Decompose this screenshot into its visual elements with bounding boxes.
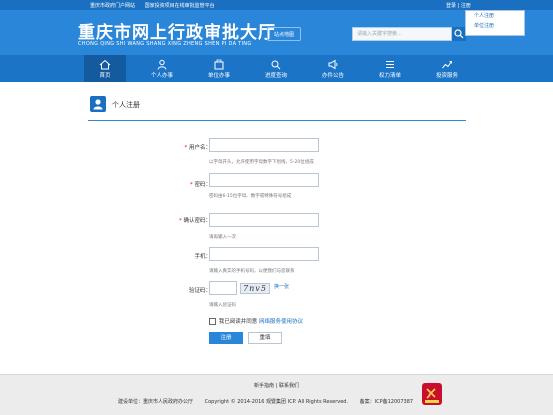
footer-links: 新手指南 | 联系我们 (0, 382, 553, 389)
megaphone-icon (328, 59, 338, 70)
party-emblem-icon (422, 383, 442, 405)
building-icon (214, 59, 224, 70)
nav-item-entity[interactable]: 单位办事 (198, 55, 240, 82)
account-links: 登录 | 注册 (446, 2, 471, 9)
sitemap-button[interactable]: 站点地图 (267, 27, 301, 41)
nav-label: 个人办事 (150, 73, 173, 79)
username-label-text: 用户名： (188, 145, 211, 151)
org-text: 建设单位：重庆市人民政府办公厅 (118, 399, 194, 405)
confirm-password-input[interactable] (209, 213, 319, 227)
personal-register-option[interactable]: 个人注册 (466, 11, 524, 21)
platform-link[interactable]: 国家投资项目在线审批监管平台 (145, 3, 215, 9)
nav-label: 办件公告 (321, 73, 344, 79)
nav-label: 首页 (99, 73, 111, 79)
username-hint: 以字母开头，允许使用字母数字下划线，5-20位组成 (209, 160, 314, 165)
password-input[interactable] (209, 173, 319, 187)
nav-item-notice[interactable]: 办件公告 (312, 55, 354, 82)
top-bar: 重庆市政府门户网站 国家投资项目在线审批监管平台 登录 | 注册 (0, 0, 553, 10)
site-logo[interactable]: 重庆市网上行政审批大厅 (78, 18, 276, 43)
site-logo-en: CHONG QING SHI WANG SHANG XING ZHENG SHE… (78, 41, 252, 47)
nav-item-investment[interactable]: 投资服务 (426, 55, 468, 82)
captcha-hint: 请输入验证码 (209, 303, 236, 308)
nav-label: 权力清单 (378, 73, 401, 79)
search-icon (271, 60, 281, 70)
investment-icon (442, 61, 452, 69)
nav-item-personal[interactable]: 个人办事 (141, 55, 183, 82)
register-link[interactable]: 注册 (461, 3, 471, 9)
separator: | (457, 3, 460, 9)
captcha-refresh-link[interactable]: 换一张 (274, 283, 289, 290)
required-mark: * (189, 182, 193, 188)
service-agreement-link[interactable]: 网络服务使用协议 (259, 319, 303, 325)
confirm-password-hint: 请再输入一次 (209, 235, 236, 240)
required-mark: * (178, 218, 182, 224)
search-button[interactable] (452, 27, 466, 41)
nav-label: 进度查询 (264, 73, 287, 79)
search-input[interactable]: 请输入关键字搜索... (352, 27, 452, 41)
confirm-password-label: * 确认密码： (151, 216, 211, 224)
agree-text: 我已阅读并同意 (218, 319, 258, 325)
phone-label: 手机： (194, 254, 211, 260)
page-header: 个人注册 (88, 90, 466, 121)
top-links: 重庆市政府门户网站 国家投资项目在线审批监管平台 (90, 2, 223, 9)
icp-text: 备案：ICP备12007387 (359, 399, 414, 405)
user-icon (90, 96, 106, 112)
help-link[interactable]: 新手指南 (254, 383, 274, 389)
copyright-text: Copyright © 2014-2016 观暨集团 ICP. All Righ… (204, 399, 349, 405)
search-icon (454, 29, 464, 39)
agree-checkbox[interactable] (209, 318, 216, 325)
nav-label: 投资服务 (435, 73, 458, 79)
site-footer: 新手指南 | 联系我们 建设单位：重庆市人民政府办公厅 Copyright © … (0, 374, 553, 415)
contact-link[interactable]: 联系我们 (279, 383, 299, 389)
captcha-image: 7nv5 (240, 283, 270, 294)
register-dropdown: 个人注册 单位注册 (465, 10, 525, 36)
list-icon (386, 61, 394, 68)
captcha-input[interactable] (209, 281, 237, 295)
password-hint: 密码由6-15位字母、数字或特殊符号组成 (209, 194, 292, 199)
person-icon (157, 59, 167, 70)
page-title: 个人注册 (112, 101, 140, 109)
nav-label: 单位办事 (207, 73, 230, 79)
separator: | (275, 383, 278, 389)
main-nav: 首页 个人办事 单位办事 进度查询 办件公告 权力清单 投资服务 (0, 55, 553, 82)
portal-link[interactable]: 重庆市政府门户网站 (90, 3, 135, 9)
captcha-label: 验证码： (188, 288, 211, 294)
username-label: * 用户名： (151, 143, 211, 151)
phone-input[interactable] (209, 247, 319, 261)
required-mark: * (184, 145, 188, 151)
confirm-password-label-text: 确认密码： (183, 218, 211, 224)
phone-hint: 请输入真实的手机号码，以便我们与您联系 (209, 269, 295, 274)
username-input[interactable] (209, 138, 319, 152)
nav-item-home[interactable]: 首页 (84, 55, 126, 82)
agreement: 我已阅读并同意 网络服务使用协议 (209, 317, 303, 325)
entity-register-option[interactable]: 单位注册 (466, 21, 524, 31)
nav-item-progress[interactable]: 进度查询 (255, 55, 297, 82)
register-submit-button[interactable]: 注册 (209, 332, 243, 344)
home-icon (99, 59, 111, 70)
footer-info: 建设单位：重庆市人民政府办公厅 Copyright © 2014-2016 观暨… (118, 398, 423, 405)
sitemap-label: 站点地图 (273, 32, 294, 38)
login-link[interactable]: 登录 (446, 3, 456, 9)
nav-item-power-list[interactable]: 权力清单 (369, 55, 411, 82)
reset-button[interactable]: 重填 (248, 332, 282, 344)
password-label: * 密码： (151, 180, 211, 188)
